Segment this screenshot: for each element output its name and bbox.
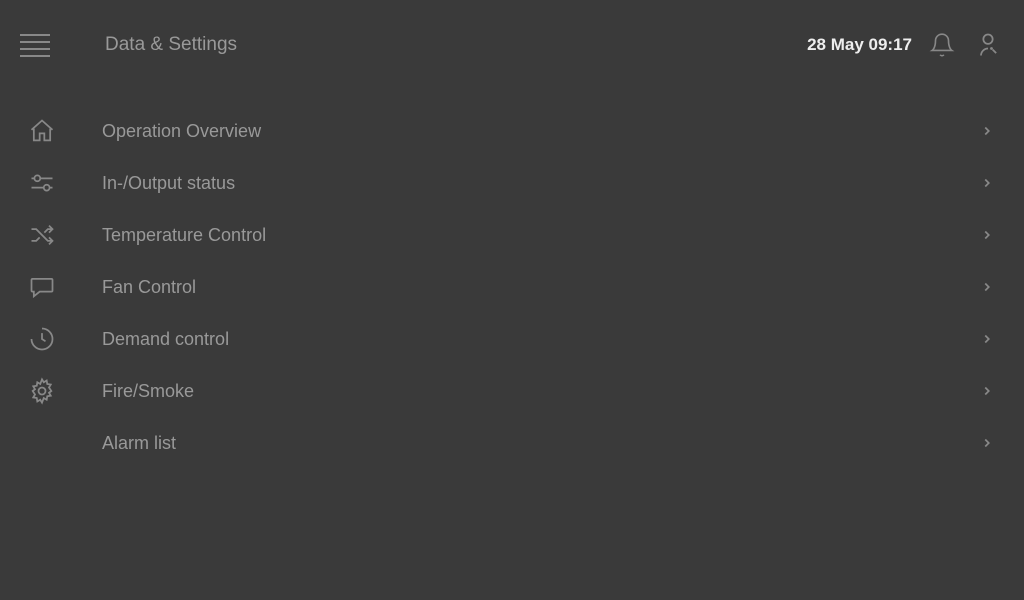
gear-icon (24, 373, 60, 409)
sliders-icon (24, 165, 60, 201)
menu-item-operation-overview[interactable]: Operation Overview (0, 105, 1024, 157)
blank-icon (24, 425, 60, 461)
menu-item-io-status[interactable]: In-/Output status (0, 157, 1024, 209)
menu-item-alarm-list[interactable]: Alarm list (0, 417, 1024, 469)
menu-label: Fan Control (102, 277, 196, 298)
chevron-right-icon (980, 176, 994, 190)
chevron-right-icon (980, 332, 994, 346)
menu-label: Demand control (102, 329, 229, 350)
home-icon (24, 113, 60, 149)
menu-label: Fire/Smoke (102, 381, 194, 402)
menu-label: Operation Overview (102, 121, 261, 142)
chevron-right-icon (980, 436, 994, 450)
menu-icon[interactable] (20, 25, 60, 65)
clock-icon (24, 321, 60, 357)
user-wrench-icon[interactable] (972, 29, 1004, 61)
menu-label: In-/Output status (102, 173, 235, 194)
menu-item-temperature-control[interactable]: Temperature Control (0, 209, 1024, 261)
menu-item-fire-smoke[interactable]: Fire/Smoke (0, 365, 1024, 417)
menu-label: Alarm list (102, 433, 176, 454)
shuffle-icon (24, 217, 60, 253)
chevron-right-icon (980, 280, 994, 294)
bell-icon[interactable] (926, 29, 958, 61)
header: Data & Settings 28 May 09:17 (0, 0, 1024, 90)
menu-item-demand-control[interactable]: Demand control (0, 313, 1024, 365)
page-title: Data & Settings (105, 34, 237, 56)
chevron-right-icon (980, 228, 994, 242)
speech-icon (24, 269, 60, 305)
chevron-right-icon (980, 124, 994, 138)
header-right: 28 May 09:17 (807, 29, 1004, 61)
menu-list: Operation Overview In-/Output status (0, 90, 1024, 469)
datetime: 28 May 09:17 (807, 35, 912, 55)
menu-label: Temperature Control (102, 225, 266, 246)
menu-item-fan-control[interactable]: Fan Control (0, 261, 1024, 313)
chevron-right-icon (980, 384, 994, 398)
